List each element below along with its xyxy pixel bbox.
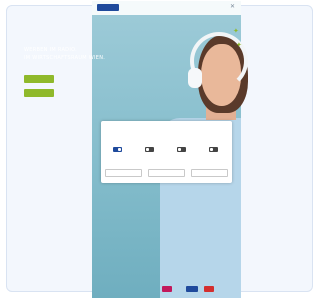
cookie-consent-dialog bbox=[101, 121, 232, 183]
headphone-cup-image bbox=[188, 68, 202, 88]
site-logo[interactable] bbox=[97, 4, 119, 11]
sparkle-icon: ✦ bbox=[236, 41, 242, 49]
cookie-toggle-4[interactable] bbox=[209, 147, 218, 152]
hero-secondary-button[interactable] bbox=[24, 89, 54, 97]
cookie-toggle-1[interactable] bbox=[113, 147, 122, 152]
partner-logos bbox=[162, 286, 222, 294]
cookie-option-2 bbox=[145, 145, 163, 152]
hero-headline-line1: WERBEN IM RADIO. bbox=[24, 47, 78, 53]
cookie-button-1[interactable] bbox=[105, 169, 142, 177]
cookie-button-2[interactable] bbox=[148, 169, 185, 177]
cookie-toggle-2[interactable] bbox=[145, 147, 154, 152]
partner-logo[interactable] bbox=[204, 286, 214, 292]
hero-headline: WERBEN IM RADIO. IM WIRTSCHAFTSRAUM WIEN… bbox=[24, 46, 124, 62]
cookie-option-3 bbox=[177, 145, 195, 152]
partner-logo[interactable] bbox=[162, 286, 172, 292]
site-header: ✕ bbox=[92, 1, 241, 15]
cookie-option-4 bbox=[209, 145, 227, 152]
cookie-toggle-3[interactable] bbox=[177, 147, 186, 152]
cookie-button-3[interactable] bbox=[191, 169, 228, 177]
cookie-option-1 bbox=[113, 145, 131, 152]
sparkle-icon: ✦ bbox=[233, 27, 239, 35]
hero-primary-button[interactable] bbox=[24, 75, 54, 83]
partner-logo[interactable] bbox=[186, 286, 198, 292]
close-icon[interactable]: ✕ bbox=[230, 3, 235, 11]
hero-headline-line2: IM WIRTSCHAFTSRAUM WIEN. bbox=[24, 55, 106, 61]
